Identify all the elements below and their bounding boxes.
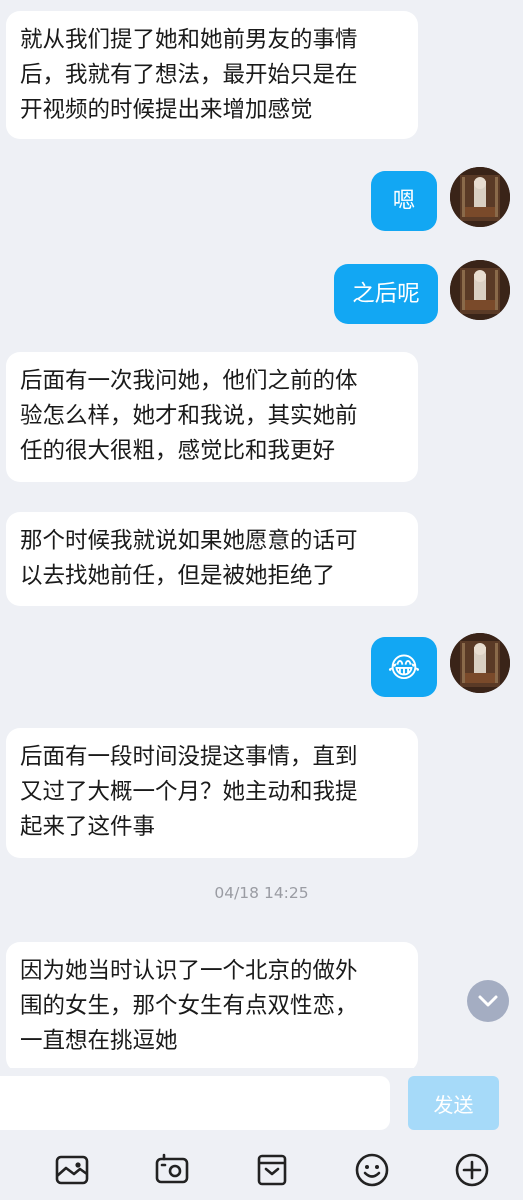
chevron-down-icon (478, 995, 498, 1007)
input-bar: 发送 (0, 1068, 523, 1140)
avatar[interactable] (450, 260, 510, 320)
message-bubble-received[interactable]: 因为她当时认识了一个北京的做外 围的女生，那个女生有点双性恋， 一直想在挑逗她 (6, 942, 418, 1072)
avatar-image (450, 260, 510, 320)
image-icon[interactable] (52, 1150, 92, 1190)
message-bubble-received[interactable]: 那个时候我就说如果她愿意的话可 以去找她前任，但是被她拒绝了 (6, 512, 418, 606)
message-timestamp: 04/18 14:25 (214, 884, 309, 902)
avatar-image (450, 633, 510, 693)
message-bubble-received[interactable]: 就从我们提了她和她前男友的事情 后，我就有了想法，最开始只是在 开视频的时候提出… (6, 11, 418, 139)
avatar[interactable] (450, 633, 510, 693)
message-input[interactable] (0, 1076, 390, 1130)
avatar[interactable] (450, 167, 510, 227)
message-bubble-received[interactable]: 后面有一段时间没提这事情，直到 又过了大概一个月？她主动和我提 起来了这件事 (6, 728, 418, 858)
message-text: 之后呢 (352, 280, 420, 307)
bottom-toolbar (0, 1140, 523, 1200)
camera-icon[interactable] (152, 1150, 192, 1190)
scroll-to-bottom-button[interactable] (467, 980, 509, 1022)
avatar-image (450, 167, 510, 227)
favorites-icon[interactable] (252, 1150, 292, 1190)
chat-area[interactable]: 就从我们提了她和她前男友的事情 后，我就有了想法，最开始只是在 开视频的时候提出… (0, 0, 523, 1072)
emoji-icon[interactable] (352, 1150, 392, 1190)
plus-icon[interactable] (452, 1150, 492, 1190)
message-bubble-sent[interactable]: 😂 (371, 637, 437, 697)
message-bubble-sent[interactable]: 之后呢 (334, 264, 438, 324)
message-bubble-sent[interactable]: 嗯 (371, 171, 437, 231)
emoji-laugh-cry: 😂 (387, 650, 421, 684)
message-bubble-received[interactable]: 后面有一次我问她，他们之前的体 验怎么样，她才和我说，其实她前 任的很大很粗，感… (6, 352, 418, 482)
send-button[interactable]: 发送 (408, 1076, 499, 1130)
message-text: 嗯 (392, 187, 416, 214)
